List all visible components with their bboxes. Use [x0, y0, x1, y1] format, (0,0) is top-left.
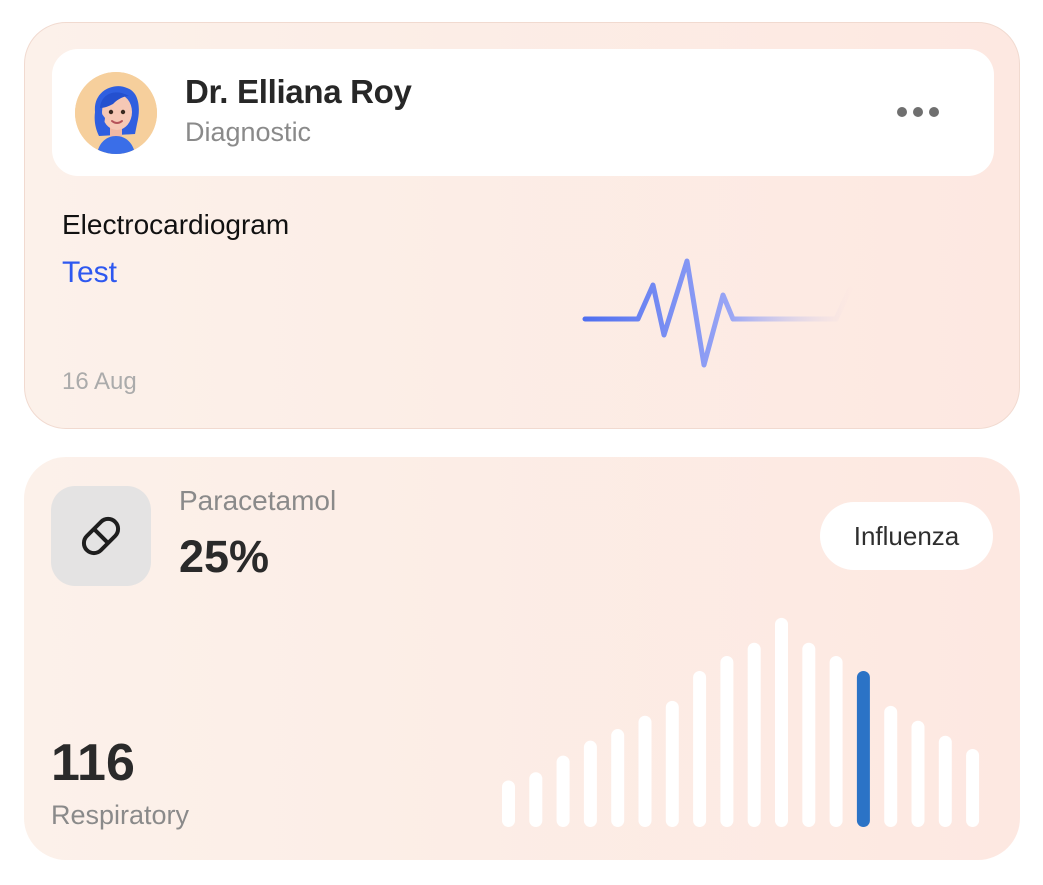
respiratory-bar[interactable] [911, 720, 925, 827]
respiratory-bar[interactable] [884, 705, 898, 827]
doctor-role: Diagnostic [185, 117, 312, 147]
more-dot [897, 107, 907, 117]
pill-icon [51, 486, 151, 586]
medication-card[interactable]: Paracetamol 25% Influenza 116 Respirator… [24, 457, 1020, 860]
respiratory-bar[interactable] [938, 735, 952, 827]
test-title: Electrocardiogram [62, 209, 290, 240]
respiratory-label: Respiratory [51, 800, 190, 830]
more-options-icon[interactable] [890, 97, 946, 127]
respiratory-bar[interactable] [583, 740, 597, 827]
more-dot [929, 107, 939, 117]
doctor-header: Dr. Elliana Roy Diagnostic [52, 49, 994, 176]
respiratory-bar[interactable] [829, 656, 843, 827]
respiratory-bar-chart [502, 617, 980, 827]
medication-name: Paracetamol [179, 485, 337, 516]
respiratory-bar[interactable] [775, 617, 788, 827]
ecg-waveform-icon [582, 258, 853, 368]
respiratory-bar[interactable] [693, 670, 707, 827]
appointment-card[interactable]: Dr. Elliana Roy Diagnostic Electrocardio… [24, 22, 1020, 429]
respiratory-bar[interactable] [665, 700, 679, 827]
medication-percentage: 25% [179, 531, 270, 582]
respiratory-bar[interactable] [529, 772, 543, 827]
respiratory-bar[interactable] [556, 755, 570, 827]
test-link[interactable]: Test [62, 256, 117, 290]
respiratory-bar-active[interactable] [856, 670, 870, 827]
more-dot [913, 107, 923, 117]
respiratory-bar[interactable] [966, 748, 980, 827]
doctor-avatar[interactable] [75, 72, 157, 154]
test-date: 16 Aug [62, 368, 137, 395]
respiratory-bar[interactable] [502, 780, 515, 827]
respiratory-bar[interactable] [747, 642, 761, 827]
doctor-name: Dr. Elliana Roy [185, 73, 412, 110]
respiratory-bar[interactable] [638, 715, 652, 827]
respiratory-bar[interactable] [611, 729, 625, 827]
diagnosis-tag[interactable]: Influenza [820, 502, 993, 570]
respiratory-value: 116 [51, 734, 135, 792]
respiratory-bar[interactable] [720, 656, 734, 827]
respiratory-bar[interactable] [802, 642, 816, 827]
